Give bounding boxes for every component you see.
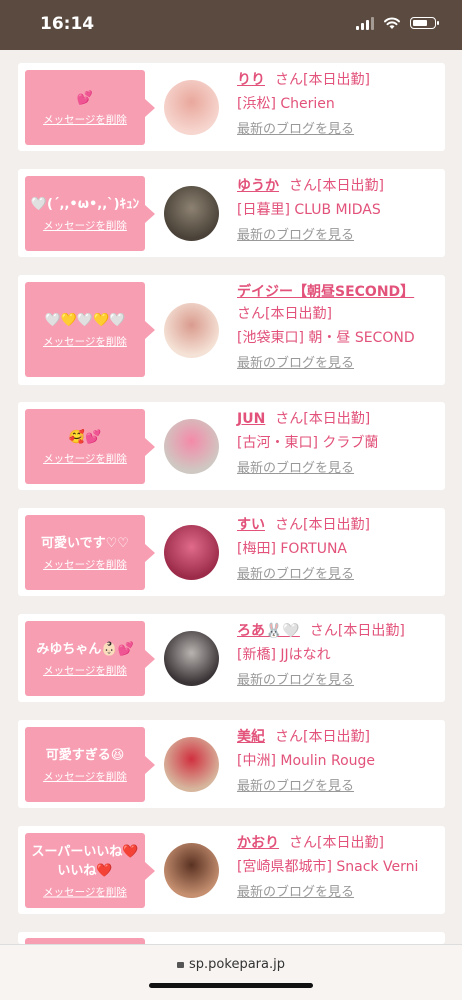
message-card: 💕 メッセージを削除 りり さん[本日出勤] [浜松] Cherien 最新のブログを見る [18,63,445,151]
attendance-status: さん[本日出勤] [289,835,384,851]
message-card-partial [18,932,445,944]
delete-message-link[interactable]: メッセージを削除 [25,334,145,349]
status-icons [356,16,439,30]
shop-name: [新橋] JJはなれ [237,647,331,663]
view-blog-link[interactable]: 最新のブログを見る [237,119,439,141]
view-blog-link[interactable]: 最新のブログを見る [237,882,439,904]
attendance-status: さん[本日出勤] [275,411,371,427]
cellular-signal-icon [356,16,374,30]
view-blog-link[interactable]: 最新のブログを見る [237,458,439,480]
attendance-status: さん[本日出勤] [237,306,332,322]
message-text: 可愛すぎる😆 [45,747,125,763]
delete-message-link[interactable]: メッセージを削除 [25,451,145,466]
message-card: 🤍(´,,•ω•,,`)ｷｭﾝ メッセージを削除 ゆうか さん[本日出勤] [日暮里] … [18,169,445,257]
message-bubble: 可愛すぎる😆 メッセージを削除 [25,727,155,802]
message-card: 可愛すぎる😆 メッセージを削除 美紀 さん[本日出勤] [中洲] Moulin Roug… [18,720,445,808]
attendance-status: さん[本日出勤] [309,623,405,639]
url-text: sp.pokepara.jp [189,957,285,972]
delete-message-link[interactable]: メッセージを削除 [25,218,145,233]
view-blog-link[interactable]: 最新のブログを見る [237,353,439,375]
cast-info: 美紀 さん[本日出勤] [中洲] Moulin Rouge 最新のブログを見る [237,726,439,798]
message-card: スーパーいいね❤️ いいね❤️ メッセージを削除 かおり さん[本日出勤] [宮崎県都城… [18,826,445,914]
cast-name-link[interactable]: りり [237,72,265,88]
message-card: 🤍💛🤍💛🤍 メッセージを削除 デイジー【朝昼SECOND】 さん[本日出勤] [池袋東口… [18,275,445,385]
wifi-icon [384,17,400,29]
shop-name: [中洲] Moulin Rouge [237,753,376,769]
avatar[interactable] [164,186,219,241]
message-bubble: 可愛いです♡♡ メッセージを削除 [25,515,155,590]
message-text: みゆちゃん👶🏻💕 [36,641,134,657]
home-indicator[interactable] [149,983,313,988]
cast-info: ゆうか さん[本日出勤] [日暮里] CLUB MIDAS 最新のブログを見る [237,175,439,247]
message-text: 🤍💛🤍💛🤍 [44,312,126,328]
delete-message-link[interactable]: メッセージを削除 [25,112,145,127]
delete-message-link[interactable]: メッセージを削除 [25,769,145,784]
attendance-status: さん[本日出勤] [289,178,384,194]
avatar[interactable] [164,525,219,580]
cast-info: JUN さん[本日出勤] [古河・東口] クラブ蘭最新のブログを見る [237,408,439,480]
avatar[interactable] [164,737,219,792]
cast-name-link[interactable]: すい [237,517,265,533]
cast-info: かおり さん[本日出勤] [宮崎県都城市] Snack Verni 最新のブログを見る [237,832,439,904]
message-text: 可愛いです♡♡ [41,535,129,551]
shop-name: [浜松] Cherien [237,96,335,112]
view-blog-link[interactable]: 最新のブログを見る [237,776,439,798]
status-time: 16:14 [40,14,95,34]
message-bubble: 🤍💛🤍💛🤍 メッセージを削除 [25,282,155,377]
battery-icon [410,17,439,29]
message-bubble: 🥰💕 メッセージを削除 [25,409,155,484]
view-blog-link[interactable]: 最新のブログを見る [237,564,439,586]
message-text: 💕 [76,90,94,106]
shop-name: [宮崎県都城市] Snack Verni [237,859,419,875]
avatar[interactable] [164,303,219,358]
cast-name-link[interactable]: 美紀 [237,729,265,745]
attendance-status: さん[本日出勤] [275,729,370,745]
message-bubble: 💕 メッセージを削除 [25,70,155,145]
cast-name-link[interactable]: ろあ🐰🤍 [237,623,300,639]
message-bubble: みゆちゃん👶🏻💕 メッセージを削除 [25,621,155,696]
shop-name: [池袋東口] 朝・昼 SECOND [237,330,415,346]
message-text: 🥰💕 [68,429,102,445]
cast-name-link[interactable]: かおり [237,835,279,851]
cast-info: りり さん[本日出勤] [浜松] Cherien 最新のブログを見る [237,69,439,141]
message-card: 🥰💕 メッセージを削除 JUN さん[本日出勤] [古河・東口] クラブ蘭最新のブログを… [18,402,445,490]
avatar[interactable] [164,419,219,474]
delete-message-link[interactable]: メッセージを削除 [25,884,145,899]
cast-info: デイジー【朝昼SECOND】 さん[本日出勤] [池袋東口] 朝・昼 SECOND 最… [237,281,439,375]
shop-name: [日暮里] CLUB MIDAS [237,202,381,218]
view-blog-link[interactable]: 最新のブログを見る [237,670,439,692]
message-card: 可愛いです♡♡ メッセージを削除 すい さん[本日出勤] [梅田] FORTUNA 最新の… [18,508,445,596]
shop-name: [梅田] FORTUNA [237,541,348,557]
attendance-status: さん[本日出勤] [275,517,370,533]
avatar[interactable] [164,80,219,135]
cast-name-link[interactable]: デイジー【朝昼SECOND】 [237,284,414,300]
lock-icon [177,962,185,968]
cast-name-link[interactable]: ゆうか [237,178,279,194]
message-text: 🤍(´,,•ω•,,`)ｷｭﾝ [30,196,140,212]
cast-name-link[interactable]: JUN [237,411,265,427]
delete-message-link[interactable]: メッセージを削除 [25,557,145,572]
shop-name: [古河・東口] クラブ蘭 [237,435,379,451]
avatar[interactable] [164,631,219,686]
cast-info: ろあ🐰🤍 さん[本日出勤] [新橋] JJはなれ最新のブログを見る [237,620,439,692]
message-bubble: 🤍(´,,•ω•,,`)ｷｭﾝ メッセージを削除 [25,176,155,251]
cast-info: すい さん[本日出勤] [梅田] FORTUNA 最新のブログを見る [237,514,439,586]
avatar[interactable] [164,843,219,898]
browser-address-bar[interactable]: sp.pokepara.jp [0,944,462,1000]
attendance-status: さん[本日出勤] [275,72,370,88]
view-blog-link[interactable]: 最新のブログを見る [237,225,439,247]
message-card: みゆちゃん👶🏻💕 メッセージを削除 ろあ🐰🤍 さん[本日出勤] [新橋] JJはなれ最新… [18,614,445,702]
status-bar: 16:14 [0,0,462,50]
message-bubble: スーパーいいね❤️ いいね❤️ メッセージを削除 [25,833,155,908]
delete-message-link[interactable]: メッセージを削除 [25,663,145,678]
url-display[interactable]: sp.pokepara.jp [0,957,462,972]
message-text: スーパーいいね❤️ いいね❤️ [31,844,139,878]
